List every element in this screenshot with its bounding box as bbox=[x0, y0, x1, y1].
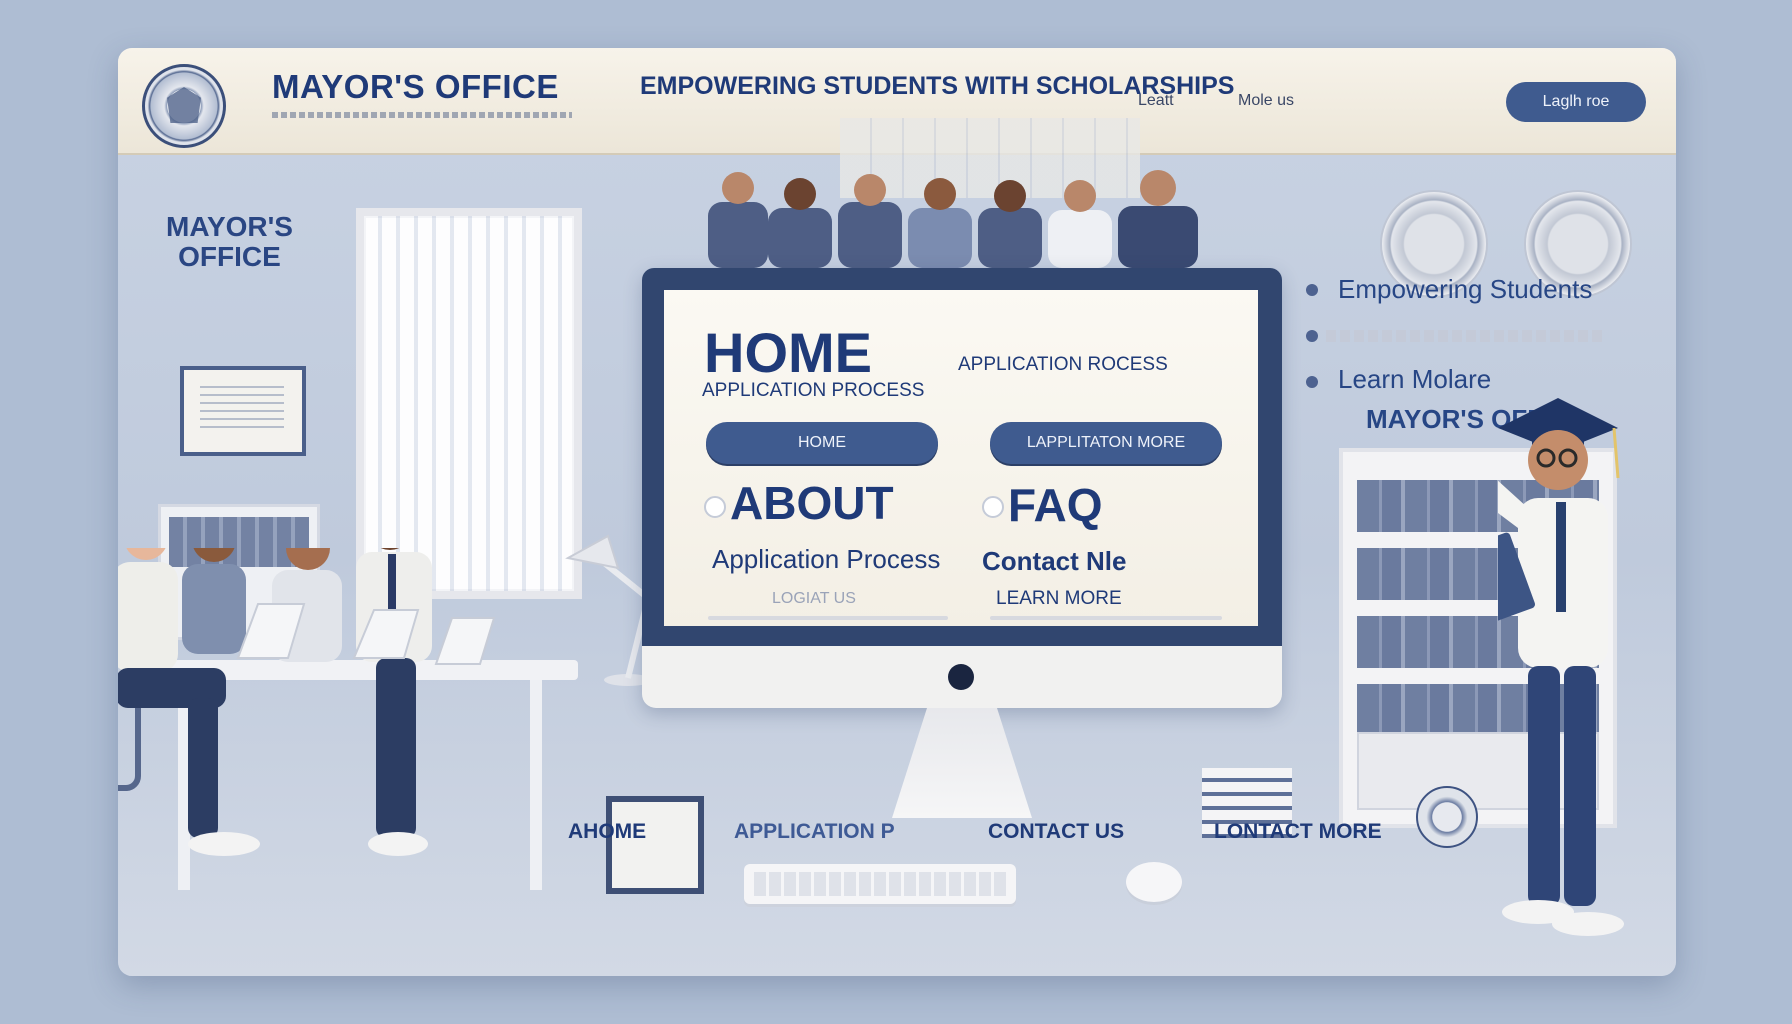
about-bullet-icon bbox=[704, 496, 726, 518]
monitor-stand bbox=[892, 708, 1032, 818]
side-office-label: MAYOR'S OFFICE bbox=[166, 212, 293, 272]
footer-nav-contact-us[interactable]: CONTACT US bbox=[988, 820, 1124, 844]
brand-subtitle-decoration bbox=[272, 112, 572, 118]
screen-learn-more-button[interactable]: LAPPLITATON MORE bbox=[990, 422, 1222, 464]
mouse-icon bbox=[1126, 862, 1182, 902]
window-illustration bbox=[356, 208, 582, 599]
screen-about-link[interactable]: ABOUT bbox=[730, 476, 894, 530]
screen-divider-right bbox=[990, 616, 1222, 620]
footer-nav-home[interactable]: AHOME bbox=[568, 820, 646, 844]
screen-application-process-subtitle[interactable]: APPLICATION PROCESS bbox=[702, 380, 924, 402]
monitor-bezel: HOME APPLICATION PROCESS APPLICATION ROC… bbox=[642, 268, 1282, 646]
small-seal-icon bbox=[1416, 786, 1478, 848]
screen-application-process-link[interactable]: APPLICATION ROCESS bbox=[958, 354, 1168, 376]
framed-certificate bbox=[180, 366, 306, 456]
screen-application-process-link-2[interactable]: Application Process bbox=[712, 544, 940, 575]
right-item-learn-more[interactable]: Learn Molare bbox=[1338, 364, 1491, 395]
right-item-empowering-students[interactable]: Empowering Students bbox=[1338, 274, 1592, 305]
framed-photo bbox=[606, 796, 704, 894]
brand-title[interactable]: MAYOR'S OFFICE bbox=[272, 68, 559, 106]
screen-home-button[interactable]: HOME bbox=[706, 422, 938, 464]
screen-home-title[interactable]: HOME bbox=[704, 320, 872, 385]
right-bullet-icon-2 bbox=[1306, 330, 1318, 342]
students-at-desk-illustration bbox=[118, 548, 578, 890]
side-office-line2: OFFICE bbox=[178, 241, 281, 272]
right-bullet-icon bbox=[1306, 284, 1318, 296]
login-button[interactable]: Laglh roe bbox=[1506, 82, 1646, 122]
faq-bullet-icon bbox=[982, 496, 1004, 518]
side-office-line1: MAYOR'S bbox=[166, 211, 293, 242]
monitor-screen-website: HOME APPLICATION PROCESS APPLICATION ROC… bbox=[664, 290, 1258, 626]
footer-nav-application-process[interactable]: APPLICATION P bbox=[734, 820, 895, 844]
screen-contact-link[interactable]: Contact Nle bbox=[982, 546, 1126, 577]
students-group-illustration bbox=[708, 170, 1198, 268]
screen-learn-more-link[interactable]: LEARN MORE bbox=[996, 588, 1122, 610]
nav-link-more-us[interactable]: Mole us bbox=[1238, 92, 1294, 110]
screen-faq-link[interactable]: FAQ bbox=[1008, 478, 1103, 532]
right-item-placeholder-line bbox=[1326, 330, 1606, 342]
footer-nav-contact-more[interactable]: LONTACT MORE bbox=[1214, 820, 1382, 844]
app-frame: MAYOR'S OFFICE EMPOWERING STUDENTS WITH … bbox=[118, 48, 1676, 976]
city-seal-logo[interactable] bbox=[142, 64, 226, 148]
graduate-student-illustration bbox=[1498, 398, 1624, 936]
nav-link-learn[interactable]: Leatt bbox=[1138, 92, 1174, 110]
desktop-monitor: HOME APPLICATION PROCESS APPLICATION ROC… bbox=[642, 268, 1282, 818]
apple-logo-icon bbox=[948, 664, 974, 690]
screen-divider-left bbox=[708, 616, 948, 620]
right-bullet-icon-3 bbox=[1306, 376, 1318, 388]
screen-locate-us-link[interactable]: LOGIAT US bbox=[772, 590, 856, 608]
keyboard-icon bbox=[744, 864, 1016, 904]
